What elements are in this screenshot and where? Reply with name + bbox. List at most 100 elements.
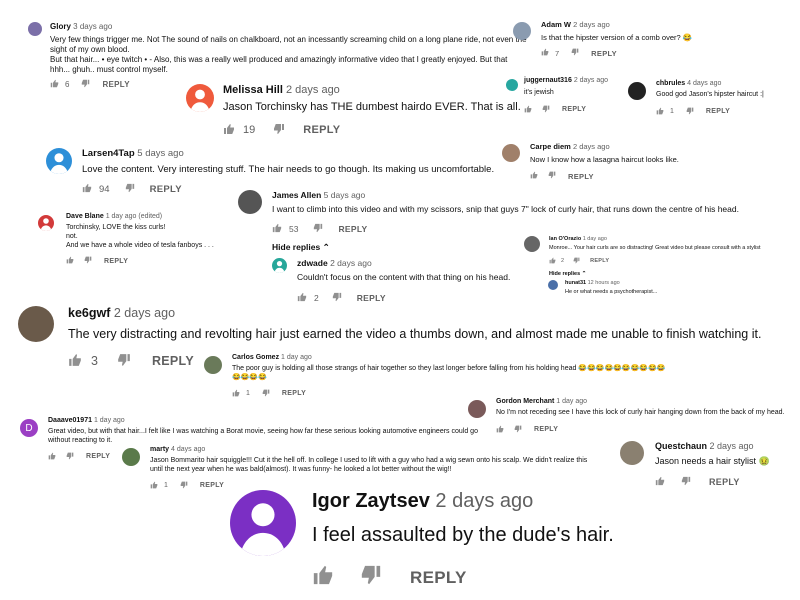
author-name[interactable]: James Allen xyxy=(272,190,321,200)
reply-button[interactable]: REPLY xyxy=(709,477,740,487)
reply-button[interactable]: REPLY xyxy=(410,568,467,588)
avatar[interactable] xyxy=(524,236,540,252)
avatar[interactable] xyxy=(502,144,520,162)
thumbs-up-icon[interactable] xyxy=(530,171,538,181)
author-name[interactable]: Dave Blane xyxy=(66,213,104,220)
thumbs-up-icon[interactable] xyxy=(549,257,556,266)
avatar[interactable] xyxy=(628,82,646,100)
thumbs-up-icon[interactable] xyxy=(656,107,664,117)
author-name[interactable]: Adam W xyxy=(541,20,571,29)
thumbs-up-icon[interactable] xyxy=(232,389,240,399)
avatar[interactable] xyxy=(272,258,287,273)
thumbs-up-icon[interactable] xyxy=(82,183,92,196)
reply-button[interactable]: REPLY xyxy=(152,354,194,368)
avatar[interactable] xyxy=(38,215,54,231)
avatar[interactable] xyxy=(238,190,262,214)
thumbs-down-icon[interactable] xyxy=(542,105,550,115)
reply-button[interactable]: REPLY xyxy=(150,184,182,195)
avatar[interactable]: D xyxy=(20,419,38,437)
reply-button[interactable]: REPLY xyxy=(590,258,609,264)
thumbs-down-icon[interactable] xyxy=(180,481,188,491)
comment-header: Questchaun 2 days ago xyxy=(655,441,770,451)
author-name[interactable]: Questchaun xyxy=(655,441,707,451)
thumbs-down-icon[interactable] xyxy=(125,183,135,196)
author-name[interactable]: Gordon Merchant xyxy=(496,398,554,405)
thumbs-down-icon[interactable] xyxy=(573,257,580,266)
reply-button[interactable]: REPLY xyxy=(102,80,129,89)
reply-button[interactable]: REPLY xyxy=(562,106,586,113)
thumbs-down-icon[interactable] xyxy=(313,223,323,235)
author-name[interactable]: juggernaut316 xyxy=(524,77,572,84)
thumbs-down-icon[interactable] xyxy=(66,452,74,462)
author-name[interactable]: Carpe diem xyxy=(530,142,571,151)
thumbs-up-icon[interactable] xyxy=(272,223,282,235)
timestamp: 2 days ago xyxy=(435,490,534,512)
thumbs-down-icon[interactable] xyxy=(262,389,270,399)
thumbs-up-icon[interactable] xyxy=(541,48,549,58)
reply-button[interactable]: REPLY xyxy=(534,426,558,433)
thumbs-up-icon[interactable] xyxy=(496,425,504,435)
thumbs-up-icon[interactable] xyxy=(66,256,74,266)
reply-button[interactable]: REPLY xyxy=(338,224,367,234)
avatar[interactable] xyxy=(18,306,54,342)
thumbs-down-icon[interactable] xyxy=(84,256,92,266)
thumbs-down-icon[interactable] xyxy=(571,48,579,58)
avatar[interactable] xyxy=(468,400,486,418)
avatar[interactable] xyxy=(620,441,644,465)
author-name[interactable]: Igor Zaytsev xyxy=(312,490,430,512)
reply-button[interactable]: REPLY xyxy=(706,108,730,115)
avatar[interactable] xyxy=(230,490,296,556)
reply-button[interactable]: REPLY xyxy=(568,172,594,181)
comment-text-line: Jason needs a hair stylist 🤢 xyxy=(655,456,770,466)
thumbs-down-icon[interactable] xyxy=(548,171,556,181)
thumbs-up-icon[interactable] xyxy=(524,105,532,115)
thumbs-up-icon[interactable] xyxy=(150,481,158,491)
avatar[interactable] xyxy=(513,22,531,40)
thumbs-down-icon[interactable] xyxy=(514,425,522,435)
thumbs-down-icon[interactable] xyxy=(332,292,342,304)
thumbs-down-icon[interactable] xyxy=(81,79,90,90)
reply-button[interactable]: REPLY xyxy=(282,390,306,397)
author-name[interactable]: marty xyxy=(150,446,169,453)
thumbs-down-icon[interactable] xyxy=(686,107,694,117)
avatar[interactable] xyxy=(204,356,222,374)
author-name[interactable]: ke6gwf xyxy=(68,306,110,320)
author-name[interactable]: Ian O'Orazio xyxy=(549,236,581,242)
comment-actions: 53 REPLY xyxy=(272,223,739,235)
reply-button[interactable]: REPLY xyxy=(86,453,110,460)
avatar[interactable] xyxy=(506,79,518,91)
thumbs-down-icon[interactable] xyxy=(681,476,691,488)
comment-text-line: until the next year when he was bald(alm… xyxy=(150,465,452,473)
thumbs-down-icon[interactable] xyxy=(273,123,285,138)
thumbs-down-icon[interactable] xyxy=(117,353,131,370)
reply-button[interactable]: REPLY xyxy=(303,124,340,136)
avatar[interactable] xyxy=(46,148,72,174)
avatar[interactable] xyxy=(28,22,42,36)
hide-replies-button[interactable]: Hide replies ⌃ xyxy=(549,271,761,277)
reply-button[interactable]: REPLY xyxy=(200,482,224,489)
comment-actions: REPLY xyxy=(655,476,770,488)
author-name[interactable]: hunat31 xyxy=(565,280,586,286)
thumbs-up-icon[interactable] xyxy=(48,452,56,462)
reply-button[interactable]: REPLY xyxy=(357,293,386,303)
author-name[interactable]: Carlos Gomez xyxy=(232,354,279,361)
thumbs-up-icon[interactable] xyxy=(312,564,334,591)
timestamp: 2 days ago xyxy=(113,306,176,320)
thumbs-up-icon[interactable] xyxy=(297,292,307,304)
thumbs-up-icon[interactable] xyxy=(223,123,235,138)
avatar[interactable] xyxy=(122,448,140,466)
author-name[interactable]: Melissa Hill xyxy=(223,84,283,96)
author-name[interactable]: Larsen4Tap xyxy=(82,148,135,159)
author-name[interactable]: Daaave01971 xyxy=(48,417,92,424)
thumbs-down-icon[interactable] xyxy=(360,564,382,591)
thumbs-up-icon[interactable] xyxy=(655,476,665,488)
thumbs-up-icon[interactable] xyxy=(50,79,59,90)
author-name[interactable]: chbrules xyxy=(656,80,685,87)
avatar[interactable] xyxy=(548,280,558,290)
author-name[interactable]: Glory xyxy=(50,22,71,31)
thumbs-up-icon[interactable] xyxy=(68,353,82,370)
avatar[interactable] xyxy=(186,84,214,112)
author-name[interactable]: zdwade xyxy=(297,258,328,268)
reply-button[interactable]: REPLY xyxy=(104,258,128,265)
reply-button[interactable]: REPLY xyxy=(591,49,617,58)
